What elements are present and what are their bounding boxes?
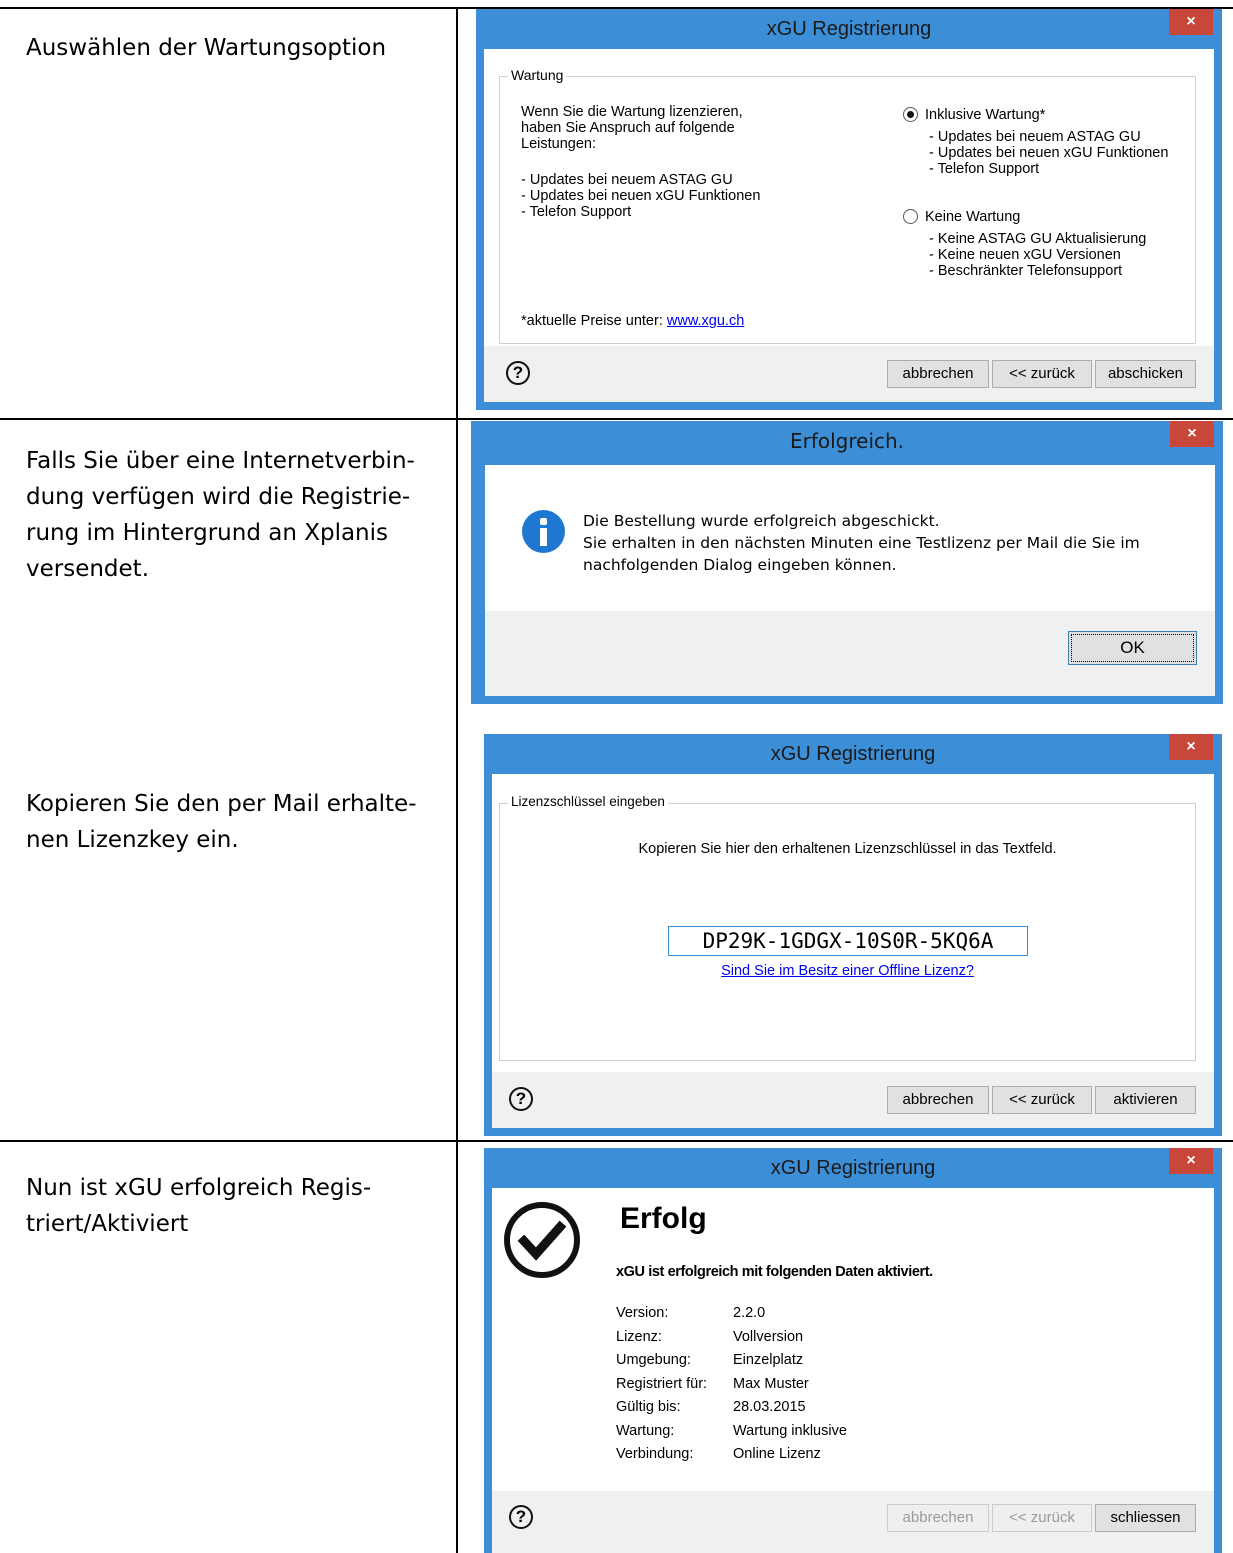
detail-label: Registriert für: (616, 1375, 708, 1392)
group-label: Wartung (508, 67, 567, 83)
price-link[interactable]: www.xgu.ch (667, 313, 744, 329)
ok-button[interactable]: OK (1068, 631, 1197, 665)
close-icon: × (1186, 1152, 1196, 1169)
option-inklusive-label[interactable]: Inklusive Wartung* (925, 107, 1045, 123)
dialog-client: Erfolg xGU ist erfolgreich mit folgenden… (492, 1188, 1214, 1553)
group-wartung: Wartung Wenn Sie die Wartung lizenzieren… (499, 67, 1196, 344)
offline-license-link[interactable]: Sind Sie im Besitz einer Offline Lizenz? (500, 963, 1195, 979)
dialog-wartung: xGU Registrierung × Wartung Wenn Sie die… (476, 9, 1222, 410)
license-instruction: Kopieren Sie hier den erhaltenen Lizenzs… (638, 841, 1057, 857)
help-icon[interactable]: ? (509, 1505, 533, 1529)
close-button[interactable]: × (1169, 1148, 1213, 1174)
radio-inklusive-wartung[interactable] (903, 107, 918, 122)
row-description: Nun ist xGU erfolgreich Regis- triert/Ak… (26, 1175, 372, 1237)
dialog-client: Die Bestellung wurde erfolgreich abgesch… (485, 465, 1215, 696)
detail-value: Vollversion (733, 1328, 804, 1345)
info-icon-dot (540, 518, 547, 525)
dialog-erfolgreich: Erfolgreich. × Die Bestellung wurde erfo… (471, 421, 1223, 704)
table-row-divider (0, 418, 1233, 420)
row-description: Falls Sie über eine Internetverbin- dung… (26, 448, 415, 582)
cancel-button[interactable]: abbrechen (887, 360, 989, 388)
radio-keine-wartung[interactable] (903, 209, 918, 224)
detail-label: Wartung: (616, 1422, 675, 1439)
detail-label: Umgebung: (616, 1352, 691, 1368)
price-text: *aktuelle Preise unter: (521, 313, 667, 329)
success-subheading: xGU ist erfolgreich mit folgenden Daten … (616, 1264, 933, 1280)
dialog-footer: ? abbrechen << zurück abschicken (484, 346, 1214, 402)
radio-selected-dot (907, 111, 914, 118)
dialog-footer: ? abbrechen << zurück schliessen (492, 1491, 1214, 1553)
row-description: Kopieren Sie den per Mail erhalte- nen L… (26, 791, 417, 853)
info-icon (522, 510, 565, 553)
back-button[interactable]: << zurück (992, 360, 1092, 388)
wartung-info-text: Wenn Sie die Wartung lizenzieren, haben … (521, 104, 743, 152)
table-row-divider (0, 1140, 1233, 1142)
dialog-footer: ? abbrechen << zurück aktivieren (492, 1072, 1214, 1128)
close-icon: × (1186, 738, 1196, 755)
detail-value: Max Muster (733, 1375, 809, 1392)
group-lizenzschluessel: Lizenzschlüssel eingeben Kopieren Sie hi… (499, 794, 1196, 1061)
close-button[interactable]: × (1170, 421, 1214, 447)
wartung-info-list: - Updates bei neuem ASTAG GU - Updates b… (521, 172, 761, 220)
dialog-message: Die Bestellung wurde erfolgreich abgesch… (583, 512, 1140, 574)
back-button[interactable]: << zurück (992, 1504, 1092, 1532)
dialog-title: Erfolgreich. (789, 429, 905, 453)
option-keine-label[interactable]: Keine Wartung (925, 209, 1020, 225)
detail-label: Gültig bis: (616, 1399, 681, 1415)
cancel-button[interactable]: abbrechen (887, 1086, 989, 1114)
success-heading: Erfolg (620, 1202, 707, 1235)
detail-label: Version: (616, 1305, 669, 1321)
license-key-input[interactable]: DP29K-1GDGX-10S0R-5KQ6A (668, 926, 1028, 956)
table-column-divider (456, 7, 458, 1553)
activate-button[interactable]: aktivieren (1095, 1086, 1196, 1114)
option-keine-list: - Keine ASTAG GU Aktualisierung - Keine … (929, 231, 1147, 279)
row-description: Auswählen der Wartungsoption (26, 35, 387, 61)
close-icon: × (1186, 13, 1196, 30)
details-values: 2.2.0 Vollversion Einzelplatz Max Muster… (733, 1302, 847, 1467)
dialog-title: xGU Registrierung (770, 743, 936, 765)
dialog-title: xGU Registrierung (766, 18, 932, 40)
dialog-client: Wartung Wenn Sie die Wartung lizenzieren… (484, 49, 1214, 402)
close-button[interactable]: × (1169, 9, 1213, 35)
group-label: Lizenzschlüssel eingeben (508, 794, 668, 809)
dialog-client: Lizenzschlüssel eingeben Kopieren Sie hi… (492, 774, 1214, 1128)
close-button[interactable]: × (1169, 734, 1213, 760)
help-icon[interactable]: ? (506, 361, 530, 385)
details-labels: Version: Lizenz: Umgebung: Registriert f… (616, 1302, 707, 1467)
price-note: *aktuelle Preise unter: www.xgu.ch (521, 313, 744, 329)
detail-value: 28.03.2015 (733, 1399, 806, 1415)
detail-label: Verbindung: (616, 1446, 694, 1462)
checkmark-icon (504, 1202, 580, 1278)
help-icon[interactable]: ? (509, 1087, 533, 1111)
info-icon-stem (540, 528, 547, 546)
cancel-button[interactable]: abbrechen (887, 1504, 989, 1532)
detail-value: Wartung inklusive (733, 1422, 847, 1439)
back-button[interactable]: << zurück (992, 1086, 1092, 1114)
detail-value: Online Lizenz (733, 1446, 821, 1462)
option-inklusive-list: - Updates bei neuem ASTAG GU - Updates b… (929, 129, 1169, 177)
dialog-erfolg: xGU Registrierung × Erfolg xGU ist erfol… (484, 1148, 1222, 1553)
dialog-lizenzschluessel: xGU Registrierung × Lizenzschlüssel eing… (484, 734, 1222, 1136)
detail-value: 2.2.0 (733, 1305, 766, 1321)
detail-label: Lizenz: (616, 1328, 662, 1345)
close-dialog-button[interactable]: schliessen (1095, 1504, 1196, 1532)
submit-button[interactable]: abschicken (1095, 360, 1196, 388)
dialog-title: xGU Registrierung (770, 1157, 936, 1179)
detail-value: Einzelplatz (733, 1352, 804, 1368)
dialog-footer: OK (485, 611, 1215, 696)
close-icon: × (1187, 425, 1197, 442)
